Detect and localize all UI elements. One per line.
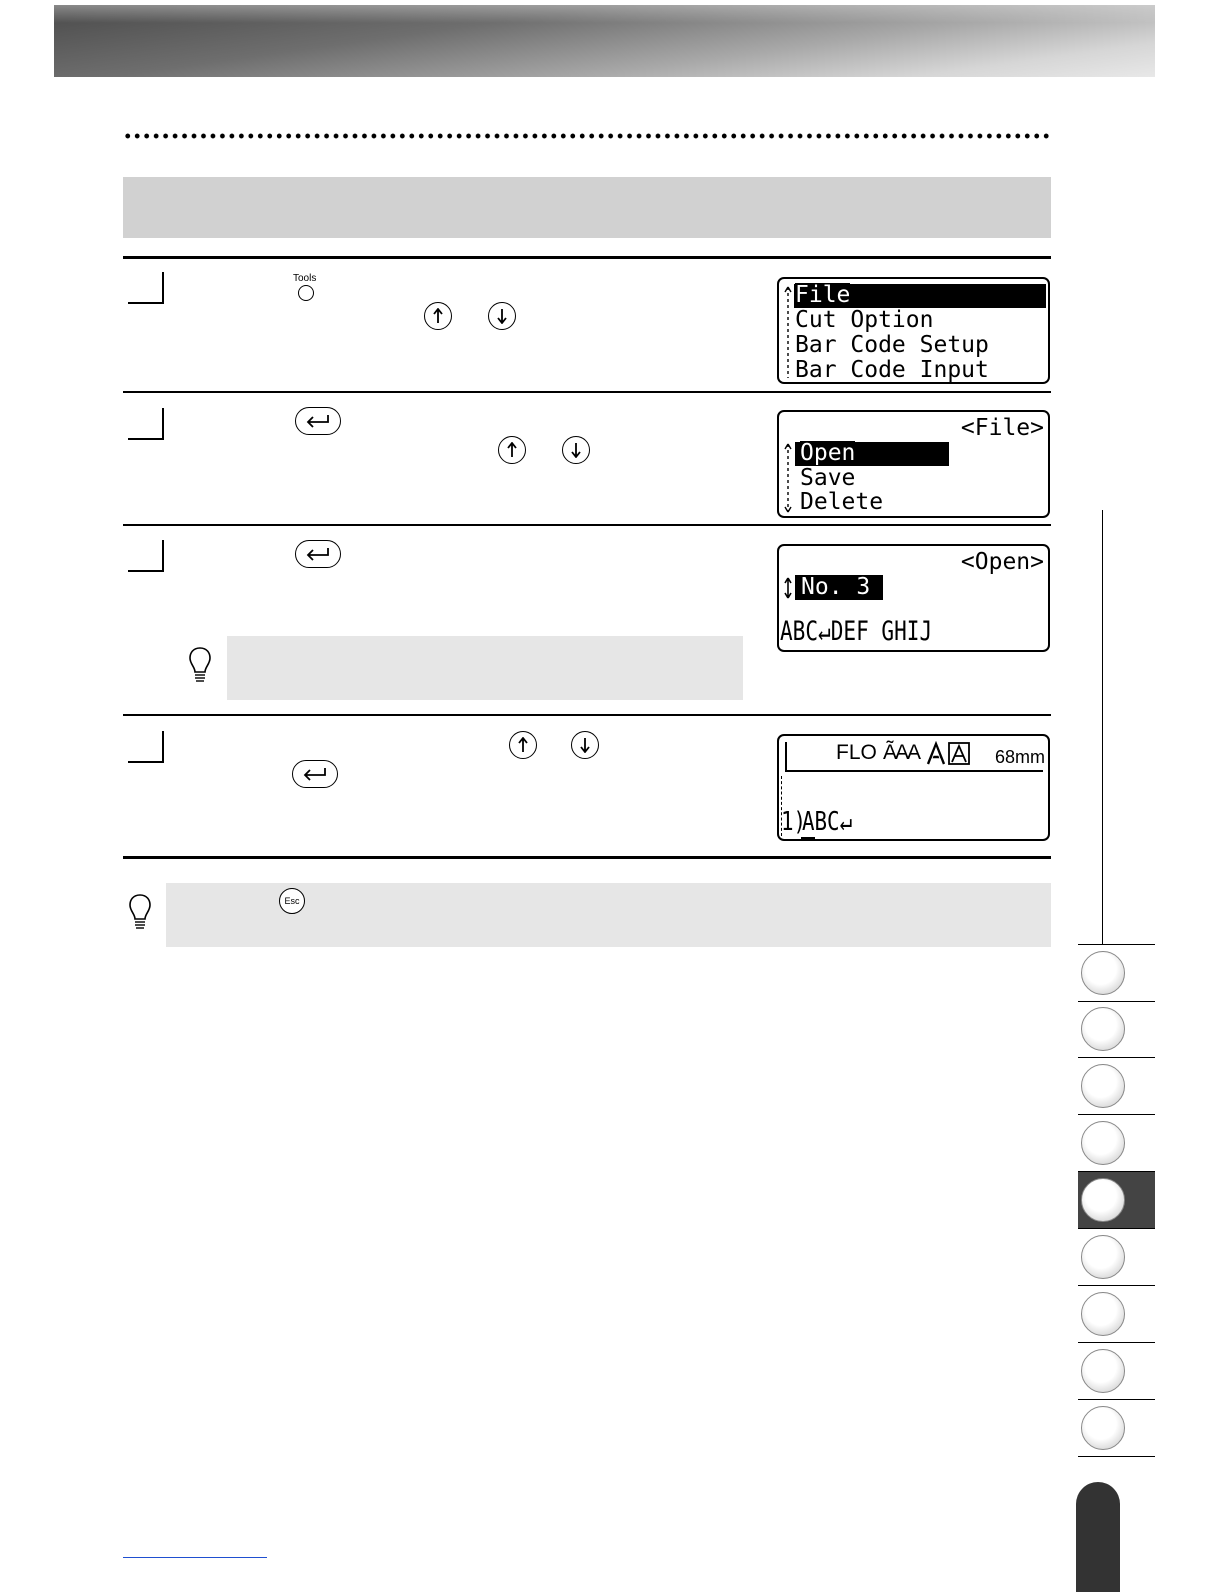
enter-key-icon xyxy=(295,540,341,568)
tools-key-icon xyxy=(298,285,314,301)
chapter-tab[interactable] xyxy=(1078,1058,1155,1115)
chapter-tab-circle xyxy=(1081,1064,1125,1108)
lcd-file-preview-text: ABC↵DEF GHIJ xyxy=(780,616,933,647)
lcd-screen-menu: File Cut Option Bar Code Setup Bar Code … xyxy=(777,277,1050,384)
chapter-tab-circle xyxy=(1081,951,1125,995)
up-arrow-key-icon xyxy=(424,302,452,330)
lcd-cursor xyxy=(801,837,815,839)
lcd-status-underline xyxy=(785,770,1043,772)
chapter-tab-circle xyxy=(1081,1406,1125,1450)
step-3-marker xyxy=(128,540,164,572)
chapter-tab[interactable] xyxy=(1078,1229,1155,1286)
step-divider xyxy=(123,391,1051,393)
lcd-screen-file: <File> Open Save Delete xyxy=(777,410,1050,518)
step-4-marker xyxy=(128,731,164,763)
dotted-rule xyxy=(123,133,1051,139)
chapter-tab[interactable] xyxy=(1078,1001,1155,1058)
lcd-label-text: ABC↵ xyxy=(802,807,853,837)
chapter-tab[interactable] xyxy=(1078,1286,1155,1343)
table-top-rule xyxy=(123,256,1051,259)
note-bulb-icon xyxy=(129,894,151,929)
lcd-status-length: 68mm xyxy=(995,747,1046,767)
lcd-menu-item-file: File xyxy=(795,282,851,308)
tip-bulb-icon xyxy=(189,647,211,682)
step-divider xyxy=(123,714,1051,716)
chapter-tab[interactable] xyxy=(1078,944,1155,1002)
lcd-menu-item-open: Open xyxy=(800,440,856,466)
up-arrow-key-icon xyxy=(498,436,526,464)
scroll-indicator-icon xyxy=(784,577,792,599)
lcd-screen-edit: FLO ÃAA 68mm 1) ABC↵ xyxy=(777,734,1050,841)
lcd-menu-item-bar-code-input: Bar Code Input xyxy=(795,357,989,383)
chapter-tab-circle xyxy=(1081,1007,1125,1051)
lcd-status-bracket xyxy=(785,742,787,772)
scroll-indicator-icon xyxy=(784,286,792,378)
lcd-file-number: No. 3 xyxy=(801,574,871,600)
step-1-marker xyxy=(128,272,164,304)
down-arrow-key-icon xyxy=(562,436,590,464)
table-bottom-rule xyxy=(123,856,1051,859)
chapter-tab[interactable] xyxy=(1078,1115,1155,1172)
enter-key-icon xyxy=(292,760,338,788)
lcd-menu-item-delete: Delete xyxy=(800,489,884,515)
lcd-style-icons xyxy=(926,741,970,765)
chapter-tab-circle xyxy=(1081,1292,1125,1336)
lcd-screen-open: <Open> No. 3 ABC↵DEF GHIJ xyxy=(777,544,1050,652)
chapter-tab[interactable] xyxy=(1078,1400,1155,1457)
lcd-status-mode: FLO xyxy=(836,741,877,764)
down-arrow-key-icon xyxy=(571,731,599,759)
chapter-tab-circle xyxy=(1081,1349,1125,1393)
up-arrow-key-icon xyxy=(509,731,537,759)
chapter-tab[interactable] xyxy=(1078,1343,1155,1400)
step-2-marker xyxy=(128,408,164,440)
tip-box xyxy=(227,636,743,700)
lcd-menu-item-cut-option: Cut Option xyxy=(795,307,934,333)
esc-key-icon: Esc xyxy=(279,888,305,914)
chapter-tab-circle xyxy=(1081,1178,1125,1222)
chapter-tab-circle xyxy=(1081,1235,1125,1279)
page-number-tab xyxy=(1076,1482,1120,1592)
enter-key-icon xyxy=(295,407,341,435)
chapter-tab-circle xyxy=(1081,1121,1125,1165)
lcd-menu-item-save: Save xyxy=(800,465,856,491)
lcd-status-size: ÃAA xyxy=(883,741,921,764)
down-arrow-key-icon xyxy=(488,302,516,330)
header-band xyxy=(54,5,1155,77)
tools-key-label: Tools xyxy=(293,273,317,284)
lcd-title: <File> xyxy=(960,415,1044,441)
sidebar-line xyxy=(1102,510,1103,945)
lcd-title: <Open> xyxy=(960,549,1044,575)
step-divider xyxy=(123,524,1051,526)
footer-link-underline[interactable] xyxy=(123,1557,267,1558)
lcd-menu-item-bar-code-setup: Bar Code Setup xyxy=(795,332,989,358)
section-title-bar xyxy=(123,177,1051,238)
esc-key-label: Esc xyxy=(284,896,300,906)
chapter-tab-active[interactable] xyxy=(1078,1172,1155,1229)
scroll-indicator-icon xyxy=(784,443,792,513)
